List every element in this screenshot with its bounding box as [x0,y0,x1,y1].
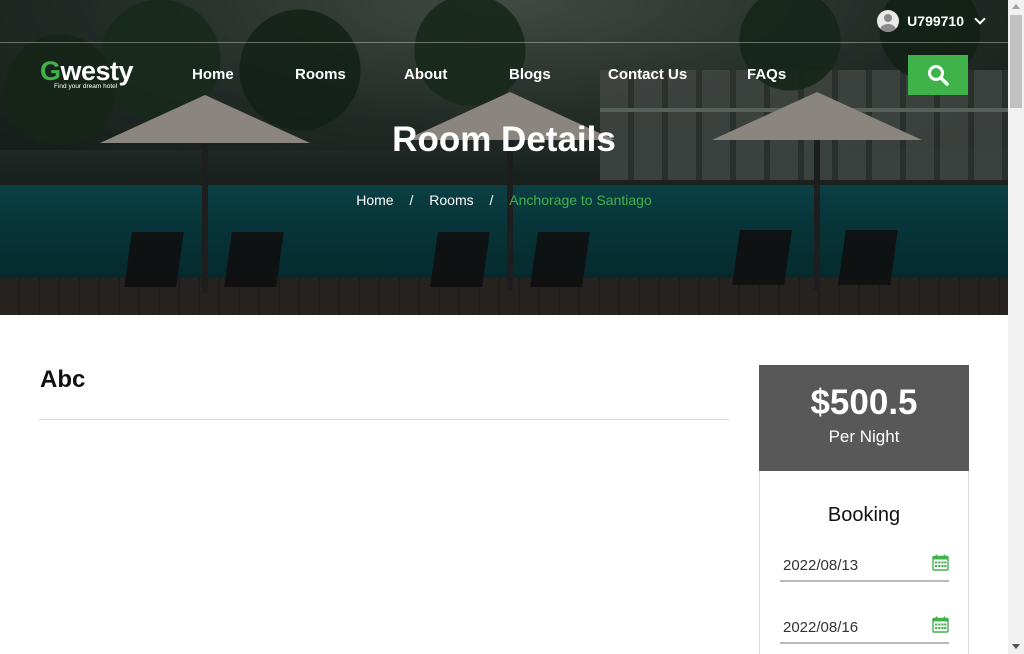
page-scrollbar[interactable] [1008,0,1024,654]
price-card: $500.5 Per Night [759,365,969,471]
booking-panel: Booking 2022/08/13 2022/08/16 [759,471,969,654]
top-bar: U799710 [0,0,1008,43]
breadcrumb-separator: / [409,192,414,208]
nav-home[interactable]: Home [192,66,234,83]
price-unit: Per Night [828,427,900,446]
breadcrumb-current: Anchorage to Santiago [509,192,652,208]
user-name: U799710 [907,13,964,29]
chevron-down-icon [974,13,986,25]
nav-about[interactable]: About [404,66,447,83]
room-name: Abc [40,366,86,393]
user-avatar-icon [877,10,900,32]
breadcrumb-home[interactable]: Home [356,192,393,208]
scroll-up-arrow-icon[interactable] [1012,4,1020,9]
nav-blogs[interactable]: Blogs [509,66,551,83]
check-out-date-value: 2022/08/16 [783,619,859,636]
logo-wordmark: Gwesty [40,56,134,86]
check-in-date-value: 2022/08/13 [783,557,859,574]
divider [39,419,729,420]
nav-faqs[interactable]: FAQs [747,66,786,83]
page-title: Room Details [392,120,616,159]
room-price: $500.5 [810,383,918,422]
calendar-icon[interactable] [932,616,949,633]
site-logo[interactable]: Gwesty Find your dream hotel [40,56,134,91]
breadcrumb: Home / Rooms / Anchorage to Santiago [0,192,1008,208]
search-button[interactable] [908,55,968,95]
scroll-down-arrow-icon[interactable] [1012,644,1020,649]
booking-title: Booking [827,504,901,526]
nav-contact-us[interactable]: Contact Us [608,66,687,83]
check-out-date-field[interactable]: 2022/08/16 [780,611,949,644]
scrollbar-thumb[interactable] [1010,15,1022,108]
search-icon [928,65,949,86]
nav-rooms[interactable]: Rooms [295,66,346,83]
user-menu[interactable]: U799710 [877,10,986,32]
breadcrumb-rooms[interactable]: Rooms [429,192,473,208]
breadcrumb-separator: / [489,192,494,208]
calendar-icon[interactable] [932,554,949,571]
check-in-date-field[interactable]: 2022/08/13 [780,549,949,582]
